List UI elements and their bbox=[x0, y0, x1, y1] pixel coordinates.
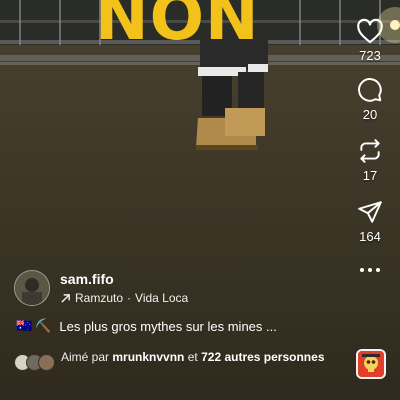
action-rail: 723 20 17 164 bbox=[348, 18, 392, 274]
like-button[interactable]: 723 bbox=[356, 18, 384, 63]
audio-artist: Ramzuto bbox=[75, 291, 124, 305]
comment-count: 20 bbox=[362, 107, 378, 122]
like-count: 723 bbox=[359, 48, 381, 63]
caption-text: Les plus gros mythes sur les mines ... bbox=[59, 318, 277, 334]
more-options-button[interactable] bbox=[359, 266, 381, 274]
liked-by-others[interactable]: 722 autres personnes bbox=[201, 350, 324, 364]
more-icon bbox=[360, 268, 380, 272]
repost-count: 17 bbox=[362, 168, 378, 183]
caption-row[interactable]: 🇦🇺 ⛏️ Les plus gros mythes sur les mines… bbox=[16, 318, 277, 334]
liked-by-prefix: Aimé par bbox=[61, 350, 110, 364]
avatar bbox=[38, 354, 55, 371]
liker-avatars bbox=[14, 354, 55, 371]
liked-by-text: Aimé par mrunknvvnn et 722 autres person… bbox=[61, 350, 331, 364]
repost-icon bbox=[360, 139, 380, 163]
liked-by-user[interactable]: mrunknvvnn bbox=[112, 350, 184, 364]
australia-flag-icon: 🇦🇺 bbox=[16, 318, 33, 333]
comment-icon bbox=[358, 78, 382, 102]
pickaxe-icon: ⛏️ bbox=[35, 318, 52, 333]
arrow-up-right-icon bbox=[61, 293, 70, 303]
audio-separator: · bbox=[127, 291, 132, 305]
share-count: 164 bbox=[359, 229, 381, 244]
audio-thumbnail[interactable] bbox=[356, 349, 386, 379]
author-info: sam.fifo Ramzuto · Vida Loca bbox=[14, 270, 188, 306]
comment-button[interactable]: 20 bbox=[357, 77, 383, 122]
video-frame[interactable] bbox=[0, 0, 400, 400]
repost-button[interactable]: 17 bbox=[357, 138, 383, 183]
skull-icon bbox=[358, 351, 384, 377]
avatar-image bbox=[15, 271, 49, 305]
avatar[interactable] bbox=[14, 270, 50, 306]
audio-line[interactable]: Ramzuto · Vida Loca bbox=[60, 291, 188, 305]
send-icon bbox=[358, 201, 382, 223]
liked-by-joiner: et bbox=[187, 350, 198, 364]
share-button[interactable]: 164 bbox=[357, 199, 383, 244]
overlay-title: NON bbox=[95, 0, 260, 55]
username[interactable]: sam.fifo bbox=[60, 271, 188, 287]
liked-by[interactable]: Aimé par mrunknvvnn et 722 autres person… bbox=[14, 350, 331, 371]
heart-icon bbox=[357, 18, 383, 44]
audio-track: Vida Loca bbox=[135, 291, 189, 305]
